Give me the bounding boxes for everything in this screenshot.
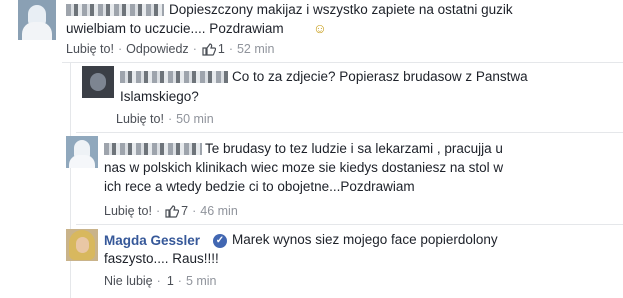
like-count[interactable]: 1: [167, 274, 174, 288]
comment-text-line: Marek wynos siez mojego face popierdolon…: [232, 232, 498, 247]
comment-actions: Lubię to! · 7 · 46 min: [104, 203, 238, 219]
separator: ·: [192, 204, 197, 218]
avatar-body: [22, 22, 52, 40]
separator: ·: [117, 42, 123, 56]
smile-emoji-icon: ☺: [313, 21, 327, 36]
separator: ·: [177, 274, 182, 288]
separator: ·: [156, 274, 161, 288]
commenter-avatar[interactable]: [82, 66, 114, 98]
timestamp[interactable]: 46 min: [200, 204, 238, 218]
redacted-name: [104, 143, 202, 155]
separator: ·: [155, 204, 161, 218]
comment-text-line: Te brudasy to tez ludzie i sa lekarzami …: [205, 141, 503, 156]
like-count[interactable]: 1: [218, 42, 225, 56]
author-name[interactable]: Magda Gessler: [104, 233, 200, 248]
timestamp[interactable]: 52 min: [237, 42, 275, 56]
thumbs-up-icon: [202, 42, 216, 56]
comment-text-line: faszysto.... Raus!!!!: [104, 251, 219, 266]
like-link[interactable]: Lubię to!: [104, 204, 152, 218]
comment-text-line: uwielbiam to uczucie.... Pozdrawiam: [66, 21, 284, 36]
separator: ·: [192, 42, 197, 56]
comment-actions: Nie lubię · 1 · 5 min: [104, 273, 217, 289]
comment-text-line: Co to za zdjecie? Popierasz brudasow z P…: [232, 69, 528, 84]
comment-actions: Lubię to! · 50 min: [116, 111, 214, 127]
timestamp[interactable]: 50 min: [176, 112, 214, 126]
divider: [76, 224, 623, 225]
verified-badge-icon: ✓: [213, 234, 227, 248]
redacted-name: [120, 71, 228, 83]
comment-text-line: nas w polskich klinikach wiec moze sie k…: [104, 160, 504, 175]
thumbs-up-icon: [165, 204, 180, 218]
thread-line: [70, 62, 71, 298]
reply-link[interactable]: Odpowiedz: [126, 42, 189, 56]
like-link[interactable]: Lubię to!: [116, 112, 164, 126]
avatar-body: [69, 155, 95, 168]
like-link[interactable]: Lubię to!: [66, 42, 114, 56]
comment-text-line: ich rece a wtedy bedzie ci to obojetne..…: [104, 179, 415, 194]
like-count[interactable]: 7: [181, 204, 188, 218]
comment-text-line: Dopieszczony makijaz i wszystko zapiete …: [169, 2, 513, 17]
timestamp[interactable]: 5 min: [186, 274, 217, 288]
commenter-avatar[interactable]: [66, 229, 98, 261]
avatar-face: [90, 73, 106, 91]
divider: [76, 132, 623, 133]
commenter-avatar[interactable]: [18, 0, 56, 40]
redacted-name: [66, 4, 164, 16]
avatar-face: [76, 237, 89, 253]
comment-actions: Lubię to! · Odpowiedz · 1 · 52 min: [66, 41, 275, 57]
separator: ·: [228, 42, 233, 56]
divider: [62, 62, 623, 63]
dislike-link[interactable]: Nie lubię: [104, 274, 153, 288]
comment-text-line: Islamskiego?: [120, 89, 199, 104]
separator: ·: [167, 112, 173, 126]
commenter-avatar[interactable]: [66, 136, 98, 168]
